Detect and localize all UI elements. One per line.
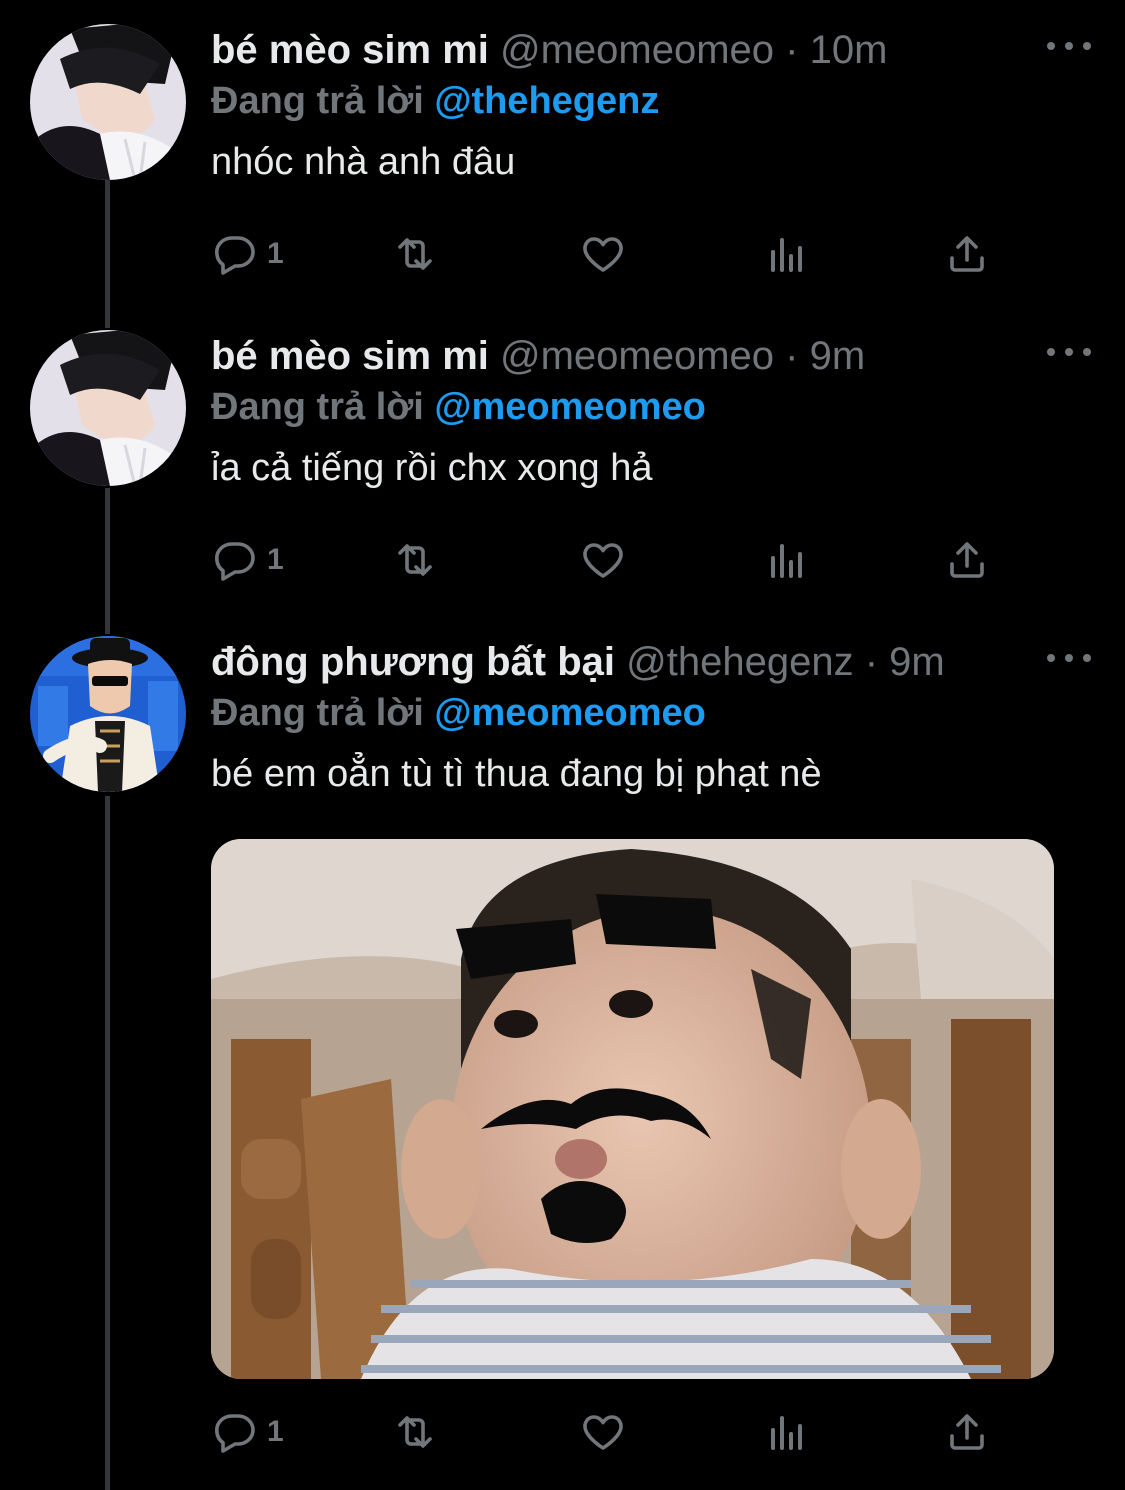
- replying-to: Đang trả lời @thehegenz: [211, 78, 659, 124]
- action-bar: 1: [211, 229, 1011, 279]
- like-button[interactable]: [579, 229, 627, 279]
- timestamp[interactable]: 9m: [810, 334, 866, 378]
- avatar[interactable]: [30, 636, 186, 792]
- replying-to-label: Đang trả lời: [211, 386, 424, 428]
- display-name[interactable]: đông phương bất bại: [211, 640, 615, 684]
- tweet-text: ỉa cả tiếng rồi chx xong hả: [211, 447, 653, 489]
- display-name[interactable]: bé mèo sim mi: [211, 334, 489, 378]
- user-handle[interactable]: @meomeomeo: [500, 28, 774, 72]
- replying-to-label: Đang trả lời: [211, 80, 424, 122]
- action-bar: 1: [211, 535, 1011, 585]
- share-icon: [950, 236, 984, 272]
- display-name[interactable]: bé mèo sim mi: [211, 28, 489, 72]
- reply-count: 1: [267, 237, 284, 270]
- mention-link[interactable]: @thehegenz: [434, 80, 659, 122]
- replying-to: Đang trả lời @meomeomeo: [211, 384, 706, 430]
- retweet-button[interactable]: [391, 229, 439, 279]
- retweet-button[interactable]: [391, 1407, 439, 1457]
- views-button[interactable]: [763, 1407, 811, 1457]
- action-bar: 1: [211, 1407, 1011, 1457]
- like-button[interactable]: [579, 1407, 627, 1457]
- reply-button[interactable]: 1: [211, 229, 284, 279]
- tweet-3[interactable]: đông phương bất bại @thehegenz · 9m Đang…: [0, 636, 1125, 1490]
- tweet-text: bé em oẳn tù tì thua đang bị phạt nè: [211, 753, 822, 795]
- heart-icon: [583, 1415, 623, 1450]
- retweet-icon: [398, 544, 432, 576]
- reply-button[interactable]: 1: [211, 535, 284, 585]
- avatar[interactable]: [30, 330, 186, 486]
- views-bar-icon: [771, 544, 802, 578]
- more-dots-icon[interactable]: [1047, 648, 1091, 668]
- heart-icon: [583, 543, 623, 578]
- mention-link[interactable]: @meomeomeo: [434, 386, 705, 428]
- views-button[interactable]: [763, 229, 811, 279]
- views-button[interactable]: [763, 535, 811, 585]
- tweet-header: bé mèo sim mi @meomeomeo · 10m: [211, 26, 887, 74]
- reply-bubble-icon: [215, 1414, 255, 1453]
- more-dots-icon[interactable]: [1047, 36, 1091, 56]
- heart-icon: [583, 237, 623, 272]
- more-dots-icon[interactable]: [1047, 342, 1091, 362]
- share-icon: [950, 542, 984, 578]
- reply-count: 1: [267, 1415, 284, 1448]
- tweet-media-photo[interactable]: [211, 839, 1054, 1379]
- reply-bubble-icon: [215, 542, 255, 581]
- avatar[interactable]: [30, 24, 186, 180]
- share-button[interactable]: [943, 535, 991, 585]
- retweet-icon: [398, 238, 432, 270]
- reply-count: 1: [267, 543, 284, 576]
- separator-dot: ·: [785, 28, 799, 72]
- reply-bubble-icon: [215, 236, 255, 275]
- tweet-header: đông phương bất bại @thehegenz · 9m: [211, 638, 945, 686]
- tweet-1[interactable]: bé mèo sim mi @meomeomeo · 10m Đang trả …: [0, 24, 1125, 314]
- tweet-text: nhóc nhà anh đâu: [211, 141, 516, 183]
- share-button[interactable]: [943, 1407, 991, 1457]
- replying-to: Đang trả lời @meomeomeo: [211, 690, 706, 736]
- retweet-button[interactable]: [391, 535, 439, 585]
- separator-dot: ·: [785, 334, 799, 378]
- share-icon: [950, 1414, 984, 1450]
- user-handle[interactable]: @meomeomeo: [500, 334, 774, 378]
- retweet-icon: [398, 1416, 432, 1448]
- tweet-header: bé mèo sim mi @meomeomeo · 9m: [211, 332, 865, 380]
- timestamp[interactable]: 9m: [889, 640, 945, 684]
- views-bar-icon: [771, 238, 802, 272]
- tweet-2[interactable]: bé mèo sim mi @meomeomeo · 9m Đang trả l…: [0, 330, 1125, 620]
- reply-button[interactable]: 1: [211, 1407, 284, 1457]
- user-handle[interactable]: @thehegenz: [626, 640, 853, 684]
- share-button[interactable]: [943, 229, 991, 279]
- replying-to-label: Đang trả lời: [211, 692, 424, 734]
- like-button[interactable]: [579, 535, 627, 585]
- timestamp[interactable]: 10m: [810, 28, 888, 72]
- separator-dot: ·: [864, 640, 879, 684]
- views-bar-icon: [771, 1416, 802, 1450]
- mention-link[interactable]: @meomeomeo: [434, 692, 705, 734]
